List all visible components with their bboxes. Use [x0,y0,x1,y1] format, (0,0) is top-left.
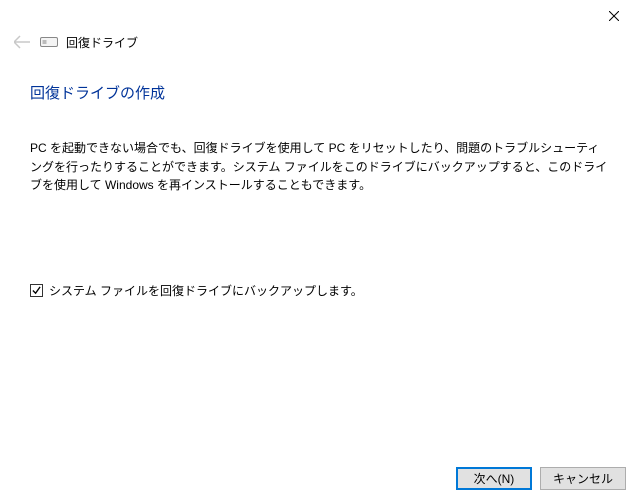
page-title: 回復ドライブの作成 [30,82,610,103]
backup-checkbox[interactable] [30,284,43,297]
next-button[interactable]: 次へ(N) [456,467,532,490]
header-bar: 回復ドライブ [12,32,138,52]
checkmark-icon [32,286,41,295]
description-text: PC を起動できない場合でも、回復ドライブを使用して PC をリセットしたり、問… [30,139,610,195]
backup-checkbox-label: システム ファイルを回復ドライブにバックアップします。 [49,282,363,299]
window-title: 回復ドライブ [66,34,138,51]
back-button [12,32,32,52]
close-icon [609,11,619,21]
close-button[interactable] [598,4,630,28]
wizard-window: 回復ドライブ 回復ドライブの作成 PC を起動できない場合でも、回復ドライブを使… [0,0,640,504]
drive-icon [40,35,58,49]
back-arrow-icon [14,35,30,49]
backup-checkbox-row[interactable]: システム ファイルを回復ドライブにバックアップします。 [30,282,363,299]
cancel-button[interactable]: キャンセル [540,467,626,490]
content-area: 回復ドライブの作成 PC を起動できない場合でも、回復ドライブを使用して PC … [30,82,610,195]
footer-buttons: 次へ(N) キャンセル [456,467,626,490]
